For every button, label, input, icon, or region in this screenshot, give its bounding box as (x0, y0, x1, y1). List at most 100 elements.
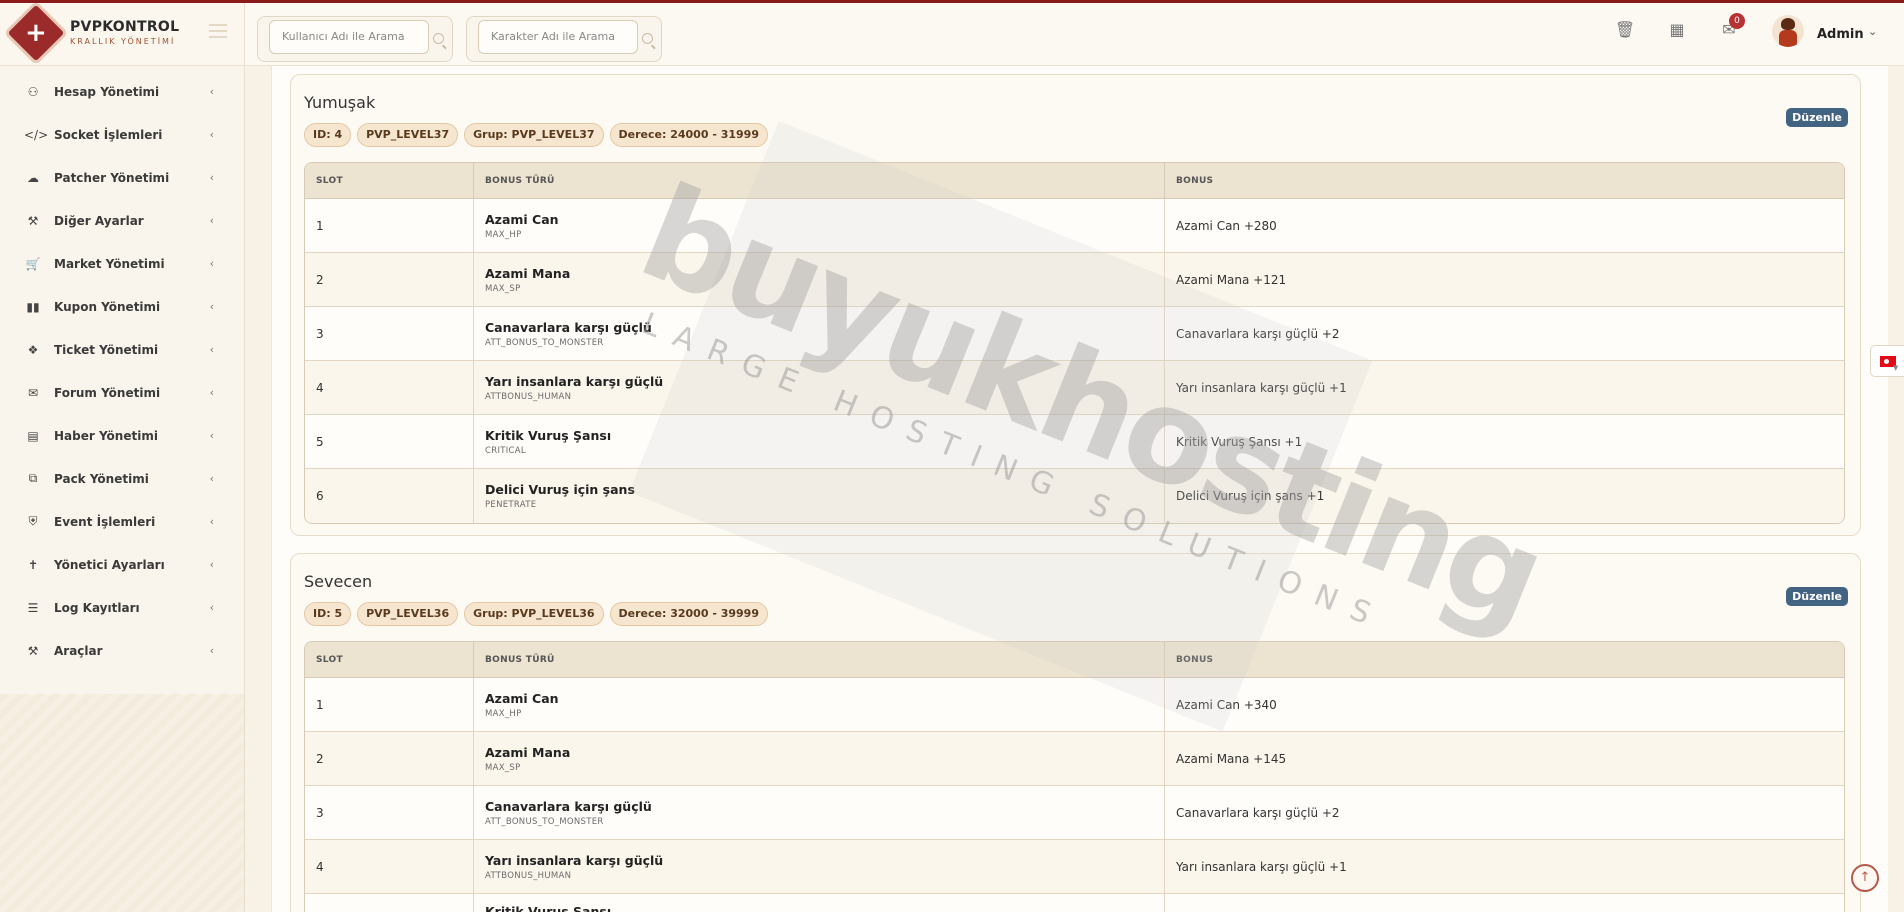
sidebar-item-diger[interactable]: ⚒ Diğer Ayarlar ‹ (0, 199, 244, 242)
sidebar-item-araclar[interactable]: ⚒ Araçlar ‹ (0, 629, 244, 672)
bonus-value: Yarı insanlara karşı güçlü +1 (1176, 380, 1347, 395)
scroll-to-top-button[interactable]: ↑ (1851, 864, 1879, 892)
brand[interactable]: + PVPKONTROL KRALLIK YÖNETİMİ (0, 0, 244, 66)
table-row: 1 Azami Can MAX_HP Azami Can +340 (305, 678, 1844, 732)
character-search-input[interactable]: Karakter Adı ile Arama (478, 20, 638, 54)
user-name[interactable]: Admin (1817, 27, 1864, 42)
user-search-input[interactable]: Kullanıcı Adı ile Arama (269, 20, 429, 54)
table-header: SLOT BONUS TÜRÜ BONUS (305, 163, 1844, 199)
sidebar-item-label: Patcher Yönetimi (54, 170, 170, 185)
language-selector[interactable]: ▼ (1870, 345, 1904, 377)
bonus-value: Canavarlara karşı güçlü +2 (1176, 805, 1340, 820)
chevron-left-icon: ‹ (209, 644, 214, 657)
sidebar-item-forum[interactable]: ✉ Forum Yönetimi ‹ (0, 371, 244, 414)
sidebar-item-label: Haber Yönetimi (54, 428, 158, 443)
bonus-name: Kritik Vuruş Şansı (485, 427, 612, 443)
slot-cell: 3 (316, 326, 324, 341)
group-tag: Grup: PVP_LEVEL37 (464, 123, 604, 147)
bonus-name: Canavarlara karşı güçlü (485, 798, 652, 814)
bonus-value: Kritik Vuruş Şansı +1 (1176, 434, 1303, 449)
calendar-icon[interactable]: ▦ (1666, 19, 1688, 41)
bonus-name: Kritik Vuruş Şansı (485, 904, 612, 912)
chevron-left-icon: ‹ (209, 601, 214, 614)
sidebar-item-log[interactable]: ☰ Log Kayıtları ‹ (0, 586, 244, 629)
table-row: 5Kritik Vuruş Şansı (305, 894, 1844, 912)
edit-button[interactable]: Düzenle (1786, 587, 1848, 606)
bonus-code: CRITICAL (485, 445, 526, 456)
bonus-name: Azami Can (485, 690, 559, 706)
slot-cell: 2 (316, 751, 324, 766)
bonus-card: Yumuşak Düzenle ID: 4 PVP_LEVEL37 Grup: … (290, 74, 1861, 536)
shield-icon: ⛨ (28, 514, 38, 528)
table-row: 4 Yarı insanlara karşı güçlü ATTBONUS_HUMA… (305, 361, 1844, 415)
menu-toggle-icon[interactable] (209, 24, 227, 38)
col-slot: SLOT (305, 163, 474, 198)
bonus-name: Azami Mana (485, 265, 571, 281)
bonus-code: PENETRATE (485, 500, 537, 510)
bonus-name: Delici Vuruş için şans (485, 482, 635, 497)
chevron-left-icon: ‹ (209, 85, 214, 98)
chevron-down-icon: ▼ (1893, 364, 1899, 372)
list-icon: ☰ (27, 600, 39, 615)
col-slot: SLOT (305, 642, 474, 677)
trash-icon[interactable]: 🗑 (1614, 19, 1636, 41)
bonus-code: ATT_BONUS_TO_MONSTER (485, 337, 604, 348)
sidebar-item-label: Log Kayıtları (54, 600, 140, 615)
sidebar-item-ticket[interactable]: ❖ Ticket Yönetimi ‹ (0, 328, 244, 371)
sidebar-item-kupon[interactable]: ▮▮ Kupon Yönetimi ‹ (0, 285, 244, 328)
sidebar-item-pack[interactable]: ⧉ Pack Yönetimi ‹ (0, 457, 244, 500)
sidebar-item-label: Pack Yönetimi (54, 471, 149, 486)
logo-icon: + (7, 4, 65, 61)
code-icon: </> (24, 127, 49, 142)
users-icon: ⚇ (27, 84, 39, 99)
sidebar-item-haber[interactable]: ▤ Haber Yönetimi ‹ (0, 414, 244, 457)
chevron-left-icon: ‹ (209, 257, 214, 270)
bonus-name: Yarı insanlara karşı güçlü (485, 373, 664, 389)
sidebar-item-market[interactable]: 🛒 Market Yönetimi ‹ (0, 242, 244, 285)
sidebar-item-hesap[interactable]: ⚇ Hesap Yönetimi ‹ (0, 70, 244, 113)
character-search: Karakter Adı ile Arama (466, 16, 662, 62)
copy-icon: ⧉ (28, 471, 38, 485)
sidebar-item-label: Ticket Yönetimi (54, 342, 159, 357)
bonus-value: Azami Can +340 (1176, 697, 1277, 712)
chevron-left-icon: ‹ (209, 429, 214, 442)
chevron-left-icon: ‹ (209, 214, 214, 227)
tag-list: ID: 4 PVP_LEVEL37 Grup: PVP_LEVEL37 Dere… (304, 123, 768, 147)
bonus-name: Azami Mana (485, 744, 571, 760)
sidebar-item-label: Socket İşlemleri (54, 127, 163, 142)
chevron-left-icon: ‹ (209, 343, 214, 356)
bonus-value: Canavarlara karşı güçlü +2 (1176, 326, 1340, 341)
sidebar-panel: + PVPKONTROL KRALLIK YÖNETİMİ ⚇ Hesap Yön… (0, 0, 245, 694)
table-header: SLOT BONUS TÜRÜ BONUS (305, 642, 1844, 678)
sidebar-item-event[interactable]: ⛨ Event İşlemleri ‹ (0, 500, 244, 543)
sidebar-menu: ⚇ Hesap Yönetimi ‹ </> Socket İşlemleri ‹ ☁ P… (0, 66, 244, 672)
avatar[interactable] (1772, 15, 1804, 47)
bonus-table: SLOT BONUS TÜRÜ BONUS 1 Azami Can MAX_HP Az… (304, 641, 1845, 912)
search-icon[interactable] (642, 33, 653, 44)
level-tag: PVP_LEVEL36 (357, 602, 459, 626)
user-tie-icon: ✝ (27, 557, 39, 572)
table-row: 2 Azami Mana MAX_SP Azami Mana +121 (305, 253, 1844, 307)
edit-button[interactable]: Düzenle (1786, 108, 1848, 127)
bonus-name: Canavarlara karşı güçlü (485, 319, 652, 335)
sidebar-item-socket[interactable]: </> Socket İşlemleri ‹ (0, 113, 244, 156)
brand-subtitle: KRALLIK YÖNETİMİ (70, 37, 176, 46)
search-icon[interactable] (433, 33, 444, 44)
sidebar-item-label: Hesap Yönetimi (54, 84, 160, 99)
chevron-left-icon: ‹ (209, 128, 214, 141)
sidebar-item-label: Diğer Ayarlar (54, 213, 144, 228)
table-row: 1 Azami Can MAX_HP Azami Can +280 (305, 199, 1844, 253)
table-row: 6 Delici Vuruş için şans PENETRATE Delici V… (305, 469, 1844, 523)
chevron-down-icon[interactable]: ⌄ (1868, 25, 1877, 38)
tools-icon: ⚒ (27, 643, 39, 658)
slot-cell: 2 (316, 272, 324, 287)
bonus-value: Azami Mana +121 (1176, 272, 1287, 287)
bonus-card: Sevecen Düzenle ID: 5 PVP_LEVEL36 Grup: … (290, 553, 1861, 912)
bonus-code: ATTBONUS_HUMAN (485, 391, 572, 402)
sidebar-item-yonetici[interactable]: ✝ Yönetici Ayarları ‹ (0, 543, 244, 586)
level-tag: PVP_LEVEL37 (357, 123, 459, 147)
chevron-left-icon: ‹ (209, 300, 214, 313)
col-type: BONUS TÜRÜ (474, 163, 1165, 198)
sidebar-item-patcher[interactable]: ☁ Patcher Yönetimi ‹ (0, 156, 244, 199)
newspaper-icon: ▤ (27, 428, 39, 443)
